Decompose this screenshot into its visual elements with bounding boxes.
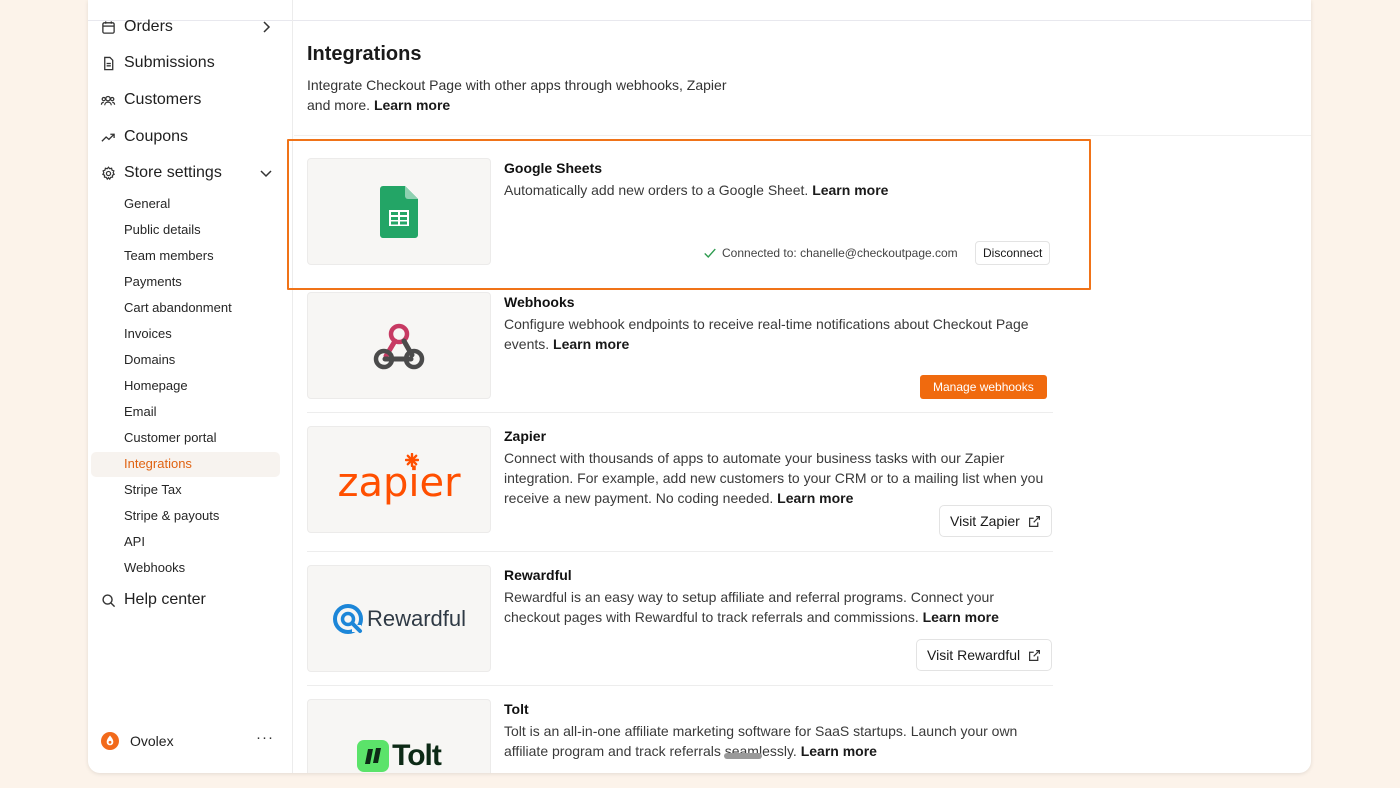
users-icon — [100, 92, 116, 108]
sidebar-item-stripe-payouts[interactable]: Stripe & payouts — [124, 506, 219, 526]
user-name: Ovolex — [130, 733, 174, 749]
document-icon — [100, 55, 116, 71]
learn-more-link[interactable]: Learn more — [801, 743, 877, 759]
visit-rewardful-label: Visit Rewardful — [927, 647, 1021, 663]
check-icon — [704, 248, 716, 258]
sidebar-item-label: Orders — [124, 18, 173, 35]
main-content: Integrations Integrate Checkout Page wit… — [294, 21, 1311, 773]
gear-icon — [100, 165, 116, 181]
sidebar-item-label: Submissions — [124, 54, 215, 71]
scroll-handle[interactable] — [724, 753, 762, 759]
connection-status: Connected to: chanelle@checkoutpage.com — [703, 244, 958, 262]
rewardful-icon — [332, 603, 363, 634]
card-divider — [307, 551, 1053, 552]
sidebar-item-payments[interactable]: Payments — [124, 272, 182, 292]
sidebar-item-homepage[interactable]: Homepage — [124, 376, 188, 396]
status-prefix: Connected to: — [722, 246, 797, 260]
sidebar-item-invoices[interactable]: Invoices — [124, 324, 172, 344]
sidebar-item-stripe-tax[interactable]: Stripe Tax — [124, 480, 182, 500]
sidebar-item-domains[interactable]: Domains — [124, 350, 175, 370]
chevron-right-icon — [263, 21, 271, 33]
learn-more-link[interactable]: Learn more — [923, 609, 999, 625]
learn-more-link[interactable]: Learn more — [553, 336, 629, 352]
learn-more-link[interactable]: Learn more — [777, 490, 853, 506]
sidebar-item-orders[interactable]: Orders — [100, 14, 280, 40]
visit-rewardful-button[interactable]: Visit Rewardful — [916, 639, 1053, 671]
google-sheets-logo — [307, 158, 491, 265]
sidebar-item-coupons[interactable]: Coupons — [100, 124, 280, 150]
page-title: Integrations — [307, 43, 422, 65]
integration-description: Rewardful is an easy way to setup affili… — [504, 587, 1053, 627]
sidebar-item-webhooks[interactable]: Webhooks — [124, 558, 185, 578]
integration-description: Tolt is an all-in-one affiliate marketin… — [504, 721, 1053, 761]
external-link-icon — [1028, 515, 1040, 527]
zapier-logo: zapier — [307, 426, 491, 533]
learn-more-link[interactable]: Learn more — [812, 182, 888, 198]
integration-title: Rewardful — [504, 567, 572, 583]
connected-email: chanelle@checkoutpage.com — [800, 246, 958, 260]
integration-card-rewardful: Rewardful Rewardful Rewardful is an easy… — [307, 565, 1053, 673]
sidebar-item-label: Customers — [124, 91, 202, 108]
search-icon — [100, 592, 116, 608]
sidebar-item-store-settings[interactable]: Store settings — [100, 160, 280, 186]
sidebar-item-cart-abandonment[interactable]: Cart abandonment — [124, 298, 232, 318]
sidebar-item-label: Store settings — [124, 164, 222, 181]
integration-card-webhooks: Webhooks Configure webhook endpoints to … — [307, 292, 1053, 400]
integration-title: Webhooks — [504, 294, 575, 310]
integration-card-google-sheets: Google Sheets Automatically add new orde… — [307, 158, 1053, 266]
sidebar-item-general[interactable]: General — [124, 194, 170, 214]
webhooks-icon — [373, 323, 425, 369]
integration-description-text: Automatically add new orders to a Google… — [504, 182, 809, 198]
page-description-text: Integrate Checkout Page with other apps … — [307, 77, 727, 113]
sidebar-item-api[interactable]: API — [124, 532, 145, 552]
sidebar: Orders Submissions Customers Coupons Sto… — [88, 0, 293, 773]
page-description: Integrate Checkout Page with other apps … — [307, 75, 747, 115]
header-divider — [294, 135, 1311, 136]
sidebar-item-customers[interactable]: Customers — [100, 87, 280, 113]
sidebar-item-team-members[interactable]: Team members — [124, 246, 214, 266]
card-divider — [307, 412, 1053, 413]
integration-description: Automatically add new orders to a Google… — [504, 180, 1053, 200]
sidebar-item-submissions[interactable]: Submissions — [100, 50, 280, 76]
sidebar-item-public-details[interactable]: Public details — [124, 220, 201, 240]
integration-description: Configure webhook endpoints to receive r… — [504, 314, 1053, 354]
disconnect-button[interactable]: Disconnect — [975, 241, 1051, 265]
zapier-asterisk-icon — [405, 453, 419, 467]
user-account[interactable]: Ovolex ··· — [100, 729, 280, 753]
integration-title: Tolt — [504, 701, 529, 717]
external-link-icon — [1029, 649, 1041, 661]
tolt-icon — [357, 739, 390, 772]
app-window: Orders Submissions Customers Coupons Sto… — [88, 0, 1311, 773]
card-divider — [307, 685, 1053, 686]
sidebar-item-integrations[interactable]: Integrations — [124, 454, 192, 474]
calendar-icon — [100, 19, 116, 35]
rewardful-wordmark: Rewardful — [366, 605, 467, 631]
integration-title: Google Sheets — [504, 160, 603, 176]
sidebar-item-label: Help center — [124, 591, 206, 608]
webhooks-logo — [307, 292, 491, 399]
rewardful-logo: Rewardful — [307, 565, 491, 672]
sidebar-item-label: Coupons — [124, 128, 189, 145]
visit-zapier-button[interactable]: Visit Zapier — [939, 505, 1052, 537]
tolt-wordmark: Tolt — [392, 738, 442, 772]
integration-description-text: Rewardful is an easy way to setup affili… — [504, 589, 994, 625]
more-options-icon[interactable]: ··· — [256, 729, 274, 746]
ovolex-logo-icon — [101, 732, 119, 750]
chevron-down-icon — [260, 170, 272, 178]
integration-title: Zapier — [504, 428, 547, 444]
integration-card-tolt: Tolt Tolt Tolt is an all-in-one affiliat… — [307, 699, 1053, 773]
sidebar-item-help-center[interactable]: Help center — [100, 587, 280, 613]
integration-card-zapier: zapier Zapier Connect with thousands of … — [307, 426, 1053, 537]
tolt-logo: Tolt — [307, 699, 491, 773]
zapier-wordmark: zapier — [337, 459, 461, 506]
integration-description: Connect with thousands of apps to automa… — [504, 448, 1053, 508]
manage-webhooks-button[interactable]: Manage webhooks — [920, 375, 1047, 399]
trending-icon — [100, 129, 116, 145]
integration-description-text: Connect with thousands of apps to automa… — [504, 450, 1044, 506]
learn-more-link[interactable]: Learn more — [374, 97, 450, 113]
sidebar-item-email[interactable]: Email — [124, 402, 157, 422]
sidebar-item-customer-portal[interactable]: Customer portal — [124, 428, 216, 448]
visit-zapier-label: Visit Zapier — [950, 513, 1020, 529]
google-sheets-icon — [380, 185, 418, 238]
